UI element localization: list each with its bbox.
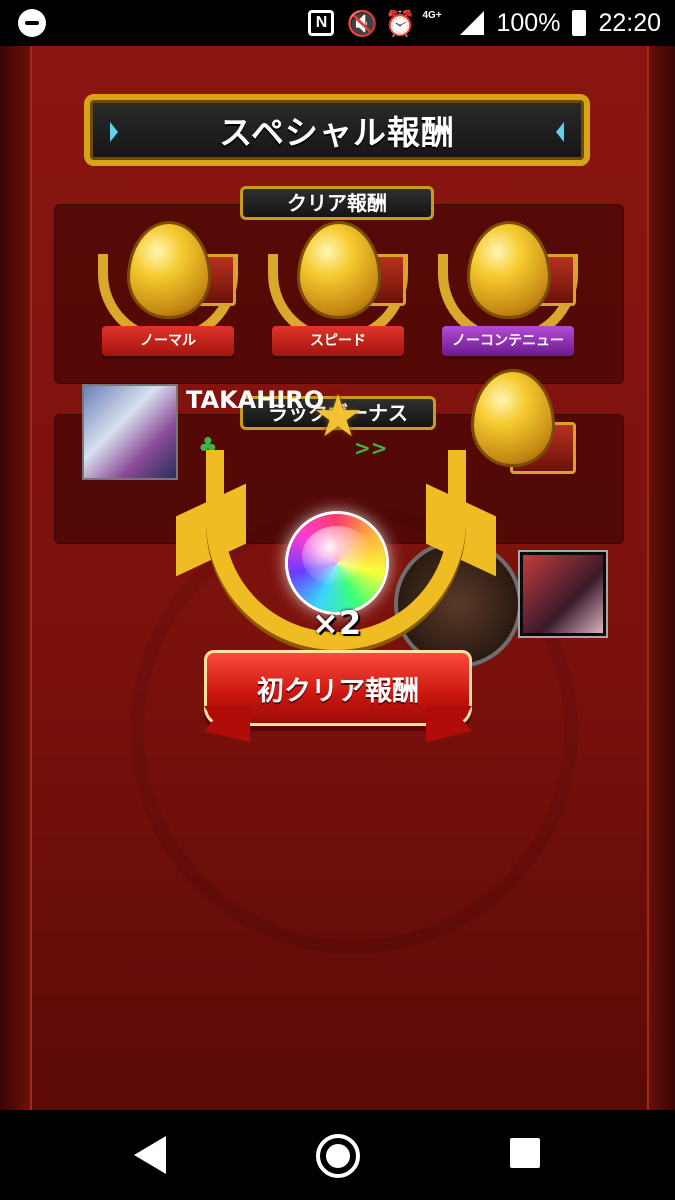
gold-egg-icon — [470, 224, 548, 316]
battery-icon — [572, 10, 587, 36]
signal-icon: 4G+ — [422, 10, 448, 36]
reward-no-continue[interactable]: ノーコンテニュー — [428, 224, 588, 374]
alarm-icon: ⏰ — [384, 10, 416, 38]
cell-signal-icon — [460, 11, 485, 35]
rainbow-orb-icon — [288, 514, 386, 612]
status-icons: N 🔇 ⏰ 4G+ 100% 22:20 — [308, 0, 661, 46]
reward-speed[interactable]: スピード — [258, 224, 418, 374]
home-icon[interactable] — [316, 1134, 360, 1178]
clear-reward-header: クリア報酬 — [240, 186, 434, 220]
page-title: スペシャル報酬 — [219, 113, 455, 152]
battery-percent: 100% — [496, 8, 561, 37]
network-label: 4G+ — [422, 10, 442, 21]
reward-normal[interactable]: ノーマル — [88, 224, 248, 374]
back-icon[interactable] — [134, 1136, 166, 1174]
frame-right — [645, 46, 675, 1110]
clock: 22:20 — [598, 8, 661, 37]
player-avatar[interactable] — [82, 384, 178, 480]
frame-left — [0, 46, 30, 1110]
recent-apps-icon[interactable] — [510, 1138, 540, 1168]
reward-label: ノーコンテニュー — [442, 326, 574, 356]
player-name: TAKAHIRO — [186, 386, 325, 414]
title-plate: スペシャル報酬 — [84, 94, 590, 166]
navigation-bar — [0, 1110, 675, 1200]
do-not-disturb-icon — [18, 9, 46, 37]
title-right-arrow-icon — [556, 122, 564, 142]
reward-multiplier: ×2 — [312, 604, 362, 642]
gold-egg-icon — [300, 224, 378, 316]
game-screen[interactable]: スペシャル報酬 クリア報酬 ノーマル スピード ノーコンテニュー ラックボーナス… — [0, 46, 675, 1110]
star-icon: ★ — [312, 382, 364, 450]
nfc-icon: N — [308, 10, 335, 36]
status-bar: N 🔇 ⏰ 4G+ 100% 22:20 — [0, 0, 675, 46]
monster-card[interactable] — [520, 552, 606, 636]
mute-icon: 🔇 — [346, 10, 378, 38]
reward-label: ノーマル — [102, 326, 234, 356]
reward-label: スピード — [272, 326, 404, 356]
gold-egg-icon — [130, 224, 208, 316]
